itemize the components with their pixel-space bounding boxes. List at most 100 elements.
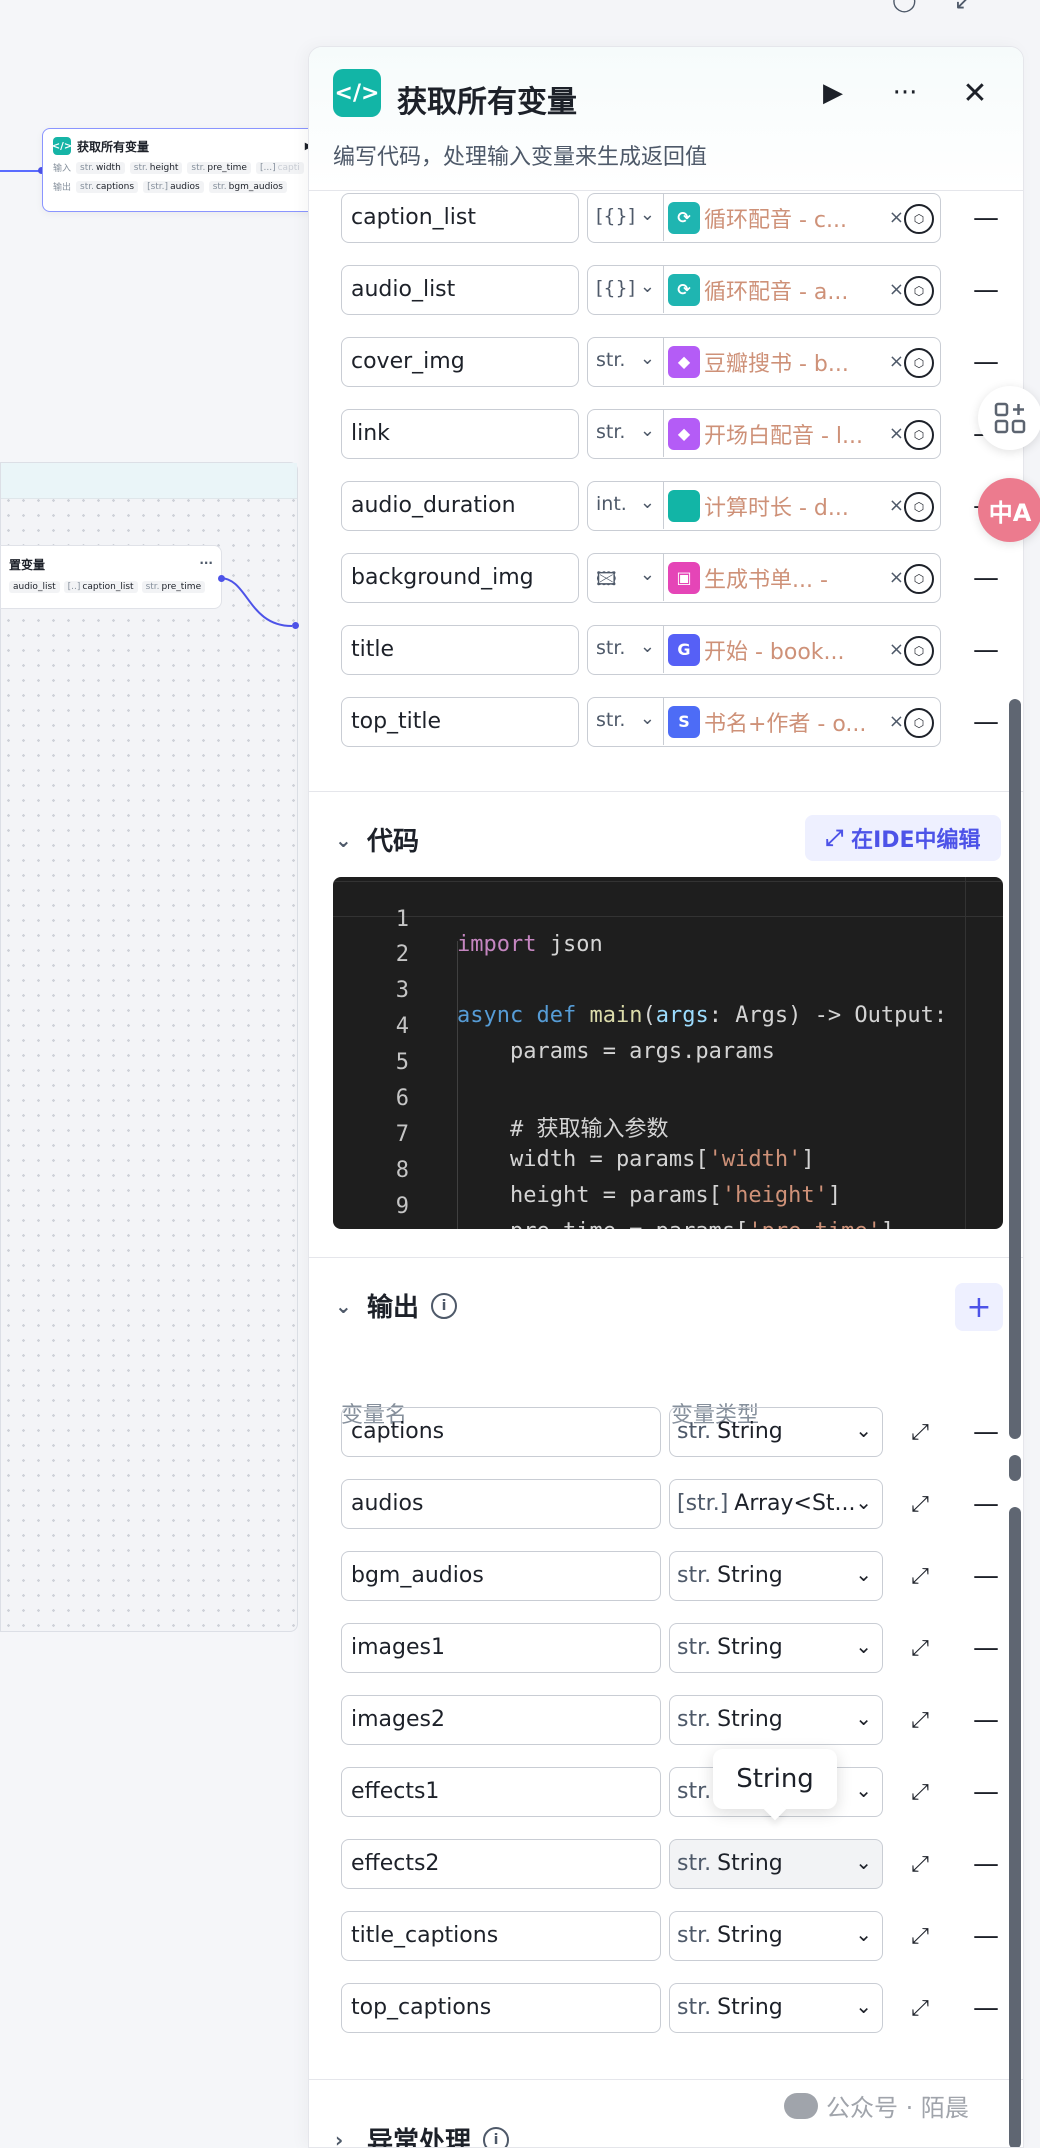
expand-icon[interactable]: ⤢ [905,1993,935,2023]
translate-float-button[interactable]: 中A [978,478,1040,542]
expand-icon[interactable]: ⤢ [905,1561,935,1591]
code-line[interactable]: 3 async def main(args: Args) -> Output: [333,953,1003,1028]
remove-row-button[interactable]: — [971,1561,1001,1591]
code-line[interactable]: 1 import json [333,881,1003,957]
exception-section-header[interactable]: › 异常处理 i [335,2121,510,2148]
remove-row-button[interactable]: — [971,1777,1001,1807]
output-type-select[interactable]: str.String ⌄ [669,1551,883,1601]
var-reference-select[interactable]: int. ⌄ 计算时长 - d... × ⬡ [587,481,941,531]
var-type-select[interactable]: str. ⌄ [588,698,664,745]
variable-picker-icon[interactable]: ⬡ [904,564,934,594]
var-source[interactable]: ▣ 生成书单... - × [668,554,904,601]
clear-icon[interactable]: × [889,351,904,372]
code-editor[interactable]: 1 import json 2 3 async def main(args: A… [333,877,1003,1229]
node-get-variables[interactable]: </> 获取所有变量 ▶ ··· 输入 str.width str.height… [42,128,342,212]
var-reference-select[interactable]: str. ⌄ ◆ 开场白配音 - l... × ⬡ [587,409,941,459]
var-reference-select[interactable]: 🖾 ⌄ ▣ 生成书单... - × ⬡ [587,553,941,603]
var-source[interactable]: G 开始 - book... × [668,626,904,673]
var-type-select[interactable]: str. ⌄ [588,626,664,673]
var-reference-select[interactable]: str. ⌄ ◆ 豆瓣搜书 - b... × ⬡ [587,337,941,387]
remove-row-button[interactable]: — [971,1633,1001,1663]
remove-row-button[interactable]: — [971,1705,1001,1735]
remove-row-button[interactable]: — [971,347,1001,377]
var-name-input[interactable]: cover_img [341,337,579,387]
remove-row-button[interactable]: — [971,203,1001,233]
output-name-input[interactable]: audios [341,1479,661,1529]
output-type-select[interactable]: str.String ⌄ [669,1839,883,1889]
panel-description[interactable]: 编写代码，处理输入变量来生成返回值 [333,139,707,171]
clear-icon[interactable]: × [889,495,904,516]
scrollbar[interactable] [1009,647,1021,2147]
expand-icon[interactable]: ⤢ [905,1489,935,1519]
chevron-down-icon[interactable]: ⌄ [335,828,355,852]
scrollbar-thumb[interactable] [1009,699,1021,1439]
var-type-select[interactable]: 🖾 ⌄ [588,554,664,601]
remove-row-button[interactable]: — [971,1489,1001,1519]
output-name-input[interactable]: images2 [341,1695,661,1745]
remove-row-button[interactable]: — [971,563,1001,593]
remove-row-button[interactable]: — [971,707,1001,737]
collapse-icon[interactable]: ↙ [954,0,972,15]
var-reference-select[interactable]: [{}] ⌄ ⟳ 循环配音 - a... × ⬡ [587,265,941,315]
code-section-header[interactable]: ⌄ 代码 [335,821,419,858]
var-name-input[interactable]: background_img [341,553,579,603]
var-type-select[interactable]: str. ⌄ [588,410,664,457]
output-type-select[interactable]: [str.] Array<St... ⌄ [669,1479,883,1529]
var-name-input[interactable]: audio_duration [341,481,579,531]
var-name-input[interactable]: title [341,625,579,675]
output-type-select[interactable]: str.String ⌄ [669,1623,883,1673]
remove-row-button[interactable]: — [971,635,1001,665]
panel-title[interactable]: 获取所有变量 [397,77,577,121]
code-line[interactable]: 9 pre_time = params['pre_time'] [333,1169,1003,1229]
output-name-input[interactable]: title_captions [341,1911,661,1961]
var-source[interactable]: ⟳ 循环配音 - a... × [668,266,904,313]
output-type-select[interactable]: str.String ⌄ [669,1983,883,2033]
variable-picker-icon[interactable]: ⬡ [904,276,934,306]
code-line[interactable]: 10 audios = params['audio_list'] [333,1205,1003,1229]
code-line[interactable]: 7 width = params['width'] [333,1097,1003,1172]
remove-row-button[interactable]: — [971,1417,1001,1447]
output-type-select[interactable]: str.String ⌄ [669,1407,883,1457]
var-source[interactable]: ◆ 豆瓣搜书 - b... × [668,338,904,385]
close-icon[interactable]: ✕ [955,73,995,113]
output-name-input[interactable]: effects2 [341,1839,661,1889]
edge-port[interactable] [292,622,299,629]
history-icon[interactable]: ◯ [892,0,917,13]
clear-icon[interactable]: × [889,423,904,444]
output-name-input[interactable]: images1 [341,1623,661,1673]
more-icon[interactable]: ··· [199,556,213,573]
var-name-input[interactable]: audio_list [341,265,579,315]
clear-icon[interactable]: × [889,639,904,660]
edge-port[interactable] [218,575,225,582]
var-type-select[interactable]: int. ⌄ [588,482,664,529]
chevron-right-icon[interactable]: › [335,2128,355,2148]
variable-picker-icon[interactable]: ⬡ [904,492,934,522]
loop-group-container[interactable] [0,462,298,1632]
add-node-float-button[interactable] [978,386,1040,450]
expand-icon[interactable]: ⤢ [905,1633,935,1663]
code-line[interactable]: 5 [333,1025,1003,1075]
var-name-input[interactable]: link [341,409,579,459]
var-reference-select[interactable]: str. ⌄ S 书名+作者 - o... × ⬡ [587,697,941,747]
var-source[interactable]: ◆ 开场白配音 - l... × [668,410,904,457]
var-type-select[interactable]: [{}] ⌄ [588,266,664,313]
var-type-select[interactable]: [{}] ⌄ [588,194,664,241]
output-name-input[interactable]: captions [341,1407,661,1457]
var-source[interactable]: 计算时长 - d... × [668,482,904,529]
output-name-input[interactable]: top_captions [341,1983,661,2033]
remove-row-button[interactable]: — [971,275,1001,305]
var-source[interactable]: S 书名+作者 - o... × [668,698,904,745]
edit-in-ide-button[interactable]: ⤢ 在IDE中编辑 [805,815,1001,861]
code-line[interactable]: 6 # 获取输入参数 [333,1061,1003,1142]
code-line[interactable]: 8 height = params['height'] [333,1133,1003,1208]
var-source[interactable]: ⟳ 循环配音 - c... × [668,194,904,241]
variable-picker-icon[interactable]: ⬡ [904,708,934,738]
expand-icon[interactable]: ⤢ [905,1705,935,1735]
code-line[interactable]: 4 params = args.params [333,989,1003,1064]
scrollbar-thumb[interactable] [1009,1507,1021,2147]
code-line[interactable]: 2 [333,917,1003,967]
output-name-input[interactable]: bgm_audios [341,1551,661,1601]
var-type-select[interactable]: str. ⌄ [588,338,664,385]
clear-icon[interactable]: × [889,279,904,300]
more-icon[interactable]: ··· [885,73,925,113]
